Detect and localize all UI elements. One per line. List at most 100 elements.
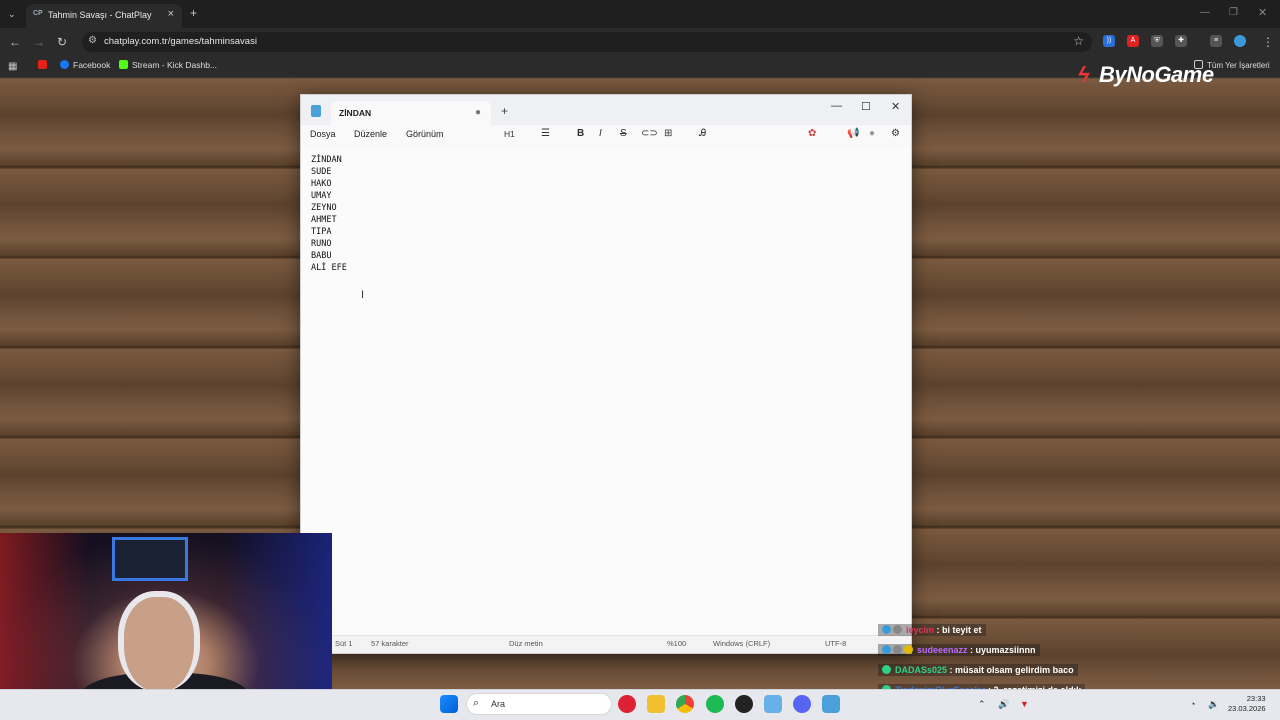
bookmark-kick-dashboard[interactable]: Stream - Kick Dashb... [119, 60, 217, 70]
brand-text: ByNoGame [1099, 62, 1214, 87]
notepad-new-tab-button[interactable]: + [501, 104, 508, 118]
browser-tab-active[interactable]: CP Tahmin Savaşı - ChatPlay × [26, 4, 182, 28]
clear-format-icon[interactable]: Ꭿ [699, 128, 706, 139]
list-icon[interactable]: ☰ [541, 128, 550, 139]
reload-icon[interactable]: ↻ [57, 35, 67, 49]
taskbar-search-box[interactable]: ⌕ Ara [466, 693, 612, 715]
site-info-icon[interactable]: ⚙ [88, 35, 97, 46]
italic-icon[interactable]: I [599, 128, 602, 139]
back-arrow-icon[interactable]: ← [9, 35, 21, 49]
notepad-maximize-icon[interactable]: ☐ [861, 100, 871, 113]
text-line: ZEYNO [311, 203, 337, 213]
settings-gear-icon[interactable]: ⚙ [891, 128, 900, 139]
url-text: chatplay.com.tr/games/tahminsavasi [104, 36, 257, 47]
status-line-ending[interactable]: Windows (CRLF) [713, 639, 770, 648]
speaker-icon[interactable]: 🔉 [1208, 699, 1219, 710]
discord-icon[interactable] [793, 695, 811, 713]
status-encoding[interactable]: UTF-8 [825, 639, 846, 648]
tray-app-icon[interactable]: ▼ [1020, 699, 1029, 709]
shield-icon[interactable]: ⛨ [1151, 35, 1163, 47]
extension-icon[interactable]: )) [1103, 35, 1115, 47]
chat-badge-icon [904, 645, 913, 654]
table-icon[interactable]: ⊞ [664, 128, 672, 139]
chat-username: sudeeenazz [917, 645, 968, 655]
text-line: UMAY [311, 191, 332, 201]
menu-duzenle[interactable]: Düzenle [354, 129, 387, 139]
notepad-app-icon [311, 105, 321, 117]
adblock-icon[interactable]: A [1127, 35, 1139, 47]
notepad-taskbar-icon[interactable] [822, 695, 840, 713]
notepad-tab[interactable]: ZİNDAN ● [331, 101, 491, 125]
forward-arrow-icon[interactable]: → [33, 35, 45, 49]
taskbar-clock[interactable]: 23:33 23.03.2026 [1228, 694, 1266, 714]
music-app-icon[interactable] [618, 695, 636, 713]
unsaved-dot-icon[interactable]: ● [475, 107, 481, 118]
bookmark-youtube[interactable] [38, 60, 51, 70]
chat-message: leycim : bi teyit et [878, 624, 986, 636]
strikethrough-icon[interactable]: S [620, 128, 627, 139]
status-position: Süt 1 [335, 639, 353, 648]
windows-taskbar [0, 689, 1280, 720]
brand-logo: ϟ ByNoGame [1078, 62, 1214, 88]
file-explorer-icon[interactable] [647, 695, 665, 713]
chat-text: : bi teyit et [936, 625, 982, 635]
chrome-icon[interactable] [676, 695, 694, 713]
text-line: SUDE [311, 167, 332, 177]
close-window-icon[interactable]: ✕ [1258, 6, 1267, 20]
maximize-icon[interactable]: ❐ [1229, 6, 1238, 20]
browser-tab-title: Tahmin Savaşı - ChatPlay [48, 10, 152, 20]
chat-badge-icon [893, 645, 902, 654]
address-bar[interactable]: ⚙ chatplay.com.tr/games/tahminsavasi ☆ [82, 32, 1092, 52]
chat-text: : uyumazsiinnn [970, 645, 1036, 655]
notepad-text-area[interactable]: ZİNDAN SUDE HAKO UMAY ZEYNO AHMET TIPA R… [301, 147, 911, 631]
copilot-icon[interactable]: ✿ [808, 128, 816, 139]
network-app-icon[interactable] [764, 695, 782, 713]
account-icon[interactable]: ● [869, 128, 875, 139]
chat-badge-icon [882, 645, 891, 654]
volume-icon[interactable]: 🔊 [998, 699, 1009, 710]
start-windows-icon[interactable] [440, 695, 458, 713]
notepad-close-icon[interactable]: ✕ [891, 100, 900, 113]
close-tab-icon[interactable]: × [168, 8, 174, 20]
facebook-icon [60, 60, 69, 69]
tab-list-chevron-icon[interactable]: ⌄ [8, 7, 16, 21]
megaphone-icon[interactable]: 📢 [847, 128, 859, 139]
bold-icon[interactable]: B [577, 128, 584, 139]
youtube-icon [38, 60, 47, 69]
status-zoom[interactable]: %100 [667, 639, 686, 648]
notepad-minimize-icon[interactable]: — [831, 100, 842, 112]
link-icon[interactable]: ⊂⊃ [641, 128, 658, 139]
text-line: ALİ EFE [311, 263, 347, 273]
streamer-head [118, 591, 200, 691]
bookmark-label: Facebook [73, 60, 111, 70]
bookmark-star-icon[interactable]: ☆ [1073, 34, 1084, 48]
notepad-menubar: Dosya Düzenle Görünüm H1 ☰ B I S ⊂⊃ ⊞ Ꭿ … [301, 125, 911, 147]
new-tab-button[interactable]: + [190, 6, 197, 20]
chat-text: : müsait olsam gelirdim baco [949, 665, 1074, 675]
taskbar-search-label: Ara [491, 699, 506, 709]
heading-dropdown[interactable]: H1 [504, 129, 515, 139]
chat-username: leycim [906, 625, 935, 635]
bookmark-facebook[interactable]: Facebook [60, 60, 110, 70]
browser-menu-icon[interactable]: ⋮ [1262, 35, 1274, 49]
status-format[interactable]: Düz metin [509, 639, 543, 648]
wall-frame [112, 537, 188, 581]
notepad-status-bar: Süt 1 57 karakter Düz metin %100 Windows… [301, 635, 911, 653]
chat-username: DADASs025 [895, 665, 948, 675]
wifi-icon[interactable]: ◔ [1190, 699, 1195, 709]
text-line: AHMET [311, 215, 337, 225]
tray-overflow-icon[interactable]: ⌃ [978, 699, 986, 710]
browser-tab-strip: ⌄ CP Tahmin Savaşı - ChatPlay × + — ❐ ✕ [0, 0, 1280, 28]
menu-gorunum[interactable]: Görünüm [406, 129, 444, 139]
text-line: RUNO [311, 239, 332, 249]
profile-avatar-icon[interactable] [1234, 35, 1246, 47]
extensions-puzzle-icon[interactable]: ✚ [1175, 35, 1187, 47]
media-control-icon[interactable]: ≡ [1210, 35, 1222, 47]
apps-grid-icon[interactable]: ▦ [8, 60, 17, 74]
menu-dosya[interactable]: Dosya [310, 129, 336, 139]
spotify-icon[interactable] [706, 695, 724, 713]
minimize-icon[interactable]: — [1200, 6, 1210, 20]
obs-icon[interactable] [735, 695, 753, 713]
text-cursor-icon: I [361, 289, 365, 301]
clock-date: 23.03.2026 [1228, 704, 1266, 713]
